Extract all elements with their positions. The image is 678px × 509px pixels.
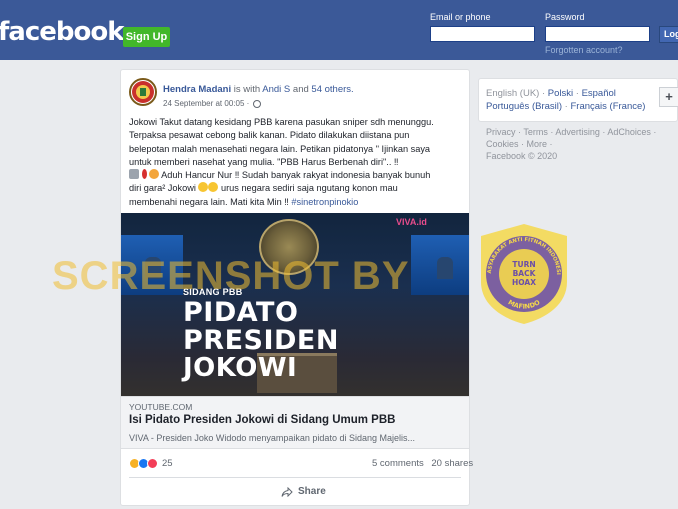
post-text: Jokowi Takut datang kesidang PBB karena …	[129, 116, 465, 209]
log-in-button[interactable]: Log	[659, 26, 678, 43]
post-line: diri gara² Jokowi urus negara sediri saj…	[129, 182, 465, 195]
video-thumbnail[interactable]: VIVA.id SIDANG PBB PIDATO PRESIDEN JOKOW…	[121, 213, 469, 396]
language-list: English (UK) · Polski · Español Portuguê…	[486, 88, 646, 112]
facepalm-emoji-icon	[149, 169, 160, 180]
more-languages-button[interactable]: +	[659, 87, 678, 107]
share-button[interactable]: Share	[281, 486, 326, 497]
post-time[interactable]: 24 September at 00:05 ·	[163, 99, 249, 108]
post-meta: 24 September at 00:05 ·	[163, 99, 262, 108]
reaction-count: 25	[162, 458, 173, 469]
link-title[interactable]: Isi Pidato Presiden Jokowi di Sidang Umu…	[129, 414, 395, 426]
post-line: Jokowi Takut datang kesidang PBB karena …	[129, 117, 434, 127]
footer-links: Privacy · Terms · Advertising · AdChoice…	[486, 126, 676, 162]
language-link[interactable]: Português (Brasil)	[486, 101, 562, 112]
reactions-summary[interactable]: 25	[129, 458, 173, 469]
footer-line[interactable]: Privacy · Terms · Advertising · AdChoice…	[486, 126, 676, 138]
fist-emoji-icon	[129, 169, 139, 180]
seal-center-text: HOAX	[512, 278, 536, 287]
language-link[interactable]: Polski	[548, 88, 573, 99]
share-arrow-icon	[281, 486, 293, 497]
link-description: VIVA - Presiden Joko Widodo menyampaikan…	[129, 433, 415, 443]
current-language: English (UK) ·	[486, 88, 546, 99]
post-line: Terpaksa pesawat cebong balik kanan. Pid…	[129, 130, 410, 141]
email-field[interactable]	[430, 26, 535, 42]
divider	[129, 477, 461, 478]
post-line: untuk memberi nasehat yang mulia. "PBB H…	[129, 156, 399, 167]
comments-count[interactable]: 5 comments	[372, 458, 424, 469]
speaker-figure	[437, 257, 453, 279]
top-bar: facebook Sign Up Email or phone Password…	[0, 0, 678, 60]
footer-line[interactable]: Cookies · More ·	[486, 138, 676, 150]
with-text: is with	[231, 84, 263, 95]
love-reaction-icon	[147, 458, 158, 469]
password-label: Password	[545, 12, 585, 22]
copyright: Facebook © 2020	[486, 151, 558, 161]
thumbnail-title-line: PRESIDEN	[183, 325, 339, 356]
language-link[interactable]: Español	[582, 88, 616, 99]
link-preview[interactable]: YOUTUBE.COM Isi Pidato Presiden Jokowi d…	[121, 396, 469, 449]
avatar[interactable]	[129, 78, 157, 106]
seal-center-text: TURN	[512, 260, 535, 269]
share-label: Share	[298, 486, 326, 497]
tagged-user[interactable]: Andi S	[262, 84, 290, 95]
globe-icon	[253, 99, 262, 108]
shares-count[interactable]: 20 shares	[431, 458, 473, 469]
avatar-emblem-icon	[132, 81, 154, 103]
and-text: and	[290, 84, 312, 95]
post-line: belepotan malah menasehati negara lain. …	[129, 143, 431, 154]
thermometer-emoji-icon	[141, 169, 147, 180]
language-box: English (UK) · Polski · Español Portuguê…	[478, 78, 678, 122]
mafindo-seal-icon: MASYARAKAT ANTI FITNAH INDONESIA TURN BA…	[477, 222, 567, 324]
post-line: Aduh Hancur Nur ‼ Sudah banyak rakyat in…	[129, 169, 465, 182]
link-domain: YOUTUBE.COM	[129, 402, 193, 412]
post-line-text: urus negara sediri saja ngutang konon ma…	[221, 183, 398, 194]
post-line: membenahi negara lain. Mati kita Min ‼ #…	[129, 196, 465, 209]
password-field[interactable]	[545, 26, 650, 42]
thumbnail-title-line: JOKOWI	[183, 353, 298, 383]
others-link[interactable]: 54 others.	[311, 84, 353, 95]
post-header: Hendra Madani is with Andi S and 54 othe…	[163, 84, 354, 95]
forgotten-account-link[interactable]: Forgotten account?	[545, 45, 623, 55]
seal-center-text: BACK	[513, 269, 537, 278]
viva-logo: VIVA.id	[396, 217, 427, 227]
hashtag-link[interactable]: #sinetronpinokio	[291, 197, 358, 207]
language-link[interactable]: Français (France)	[570, 101, 645, 112]
author-name[interactable]: Hendra Madani	[163, 84, 231, 95]
facebook-logo[interactable]: facebook	[0, 17, 125, 47]
laughing-emoji-icon	[198, 182, 209, 193]
post-line-text: Aduh Hancur Nur ‼ Sudah banyak rakyat in…	[161, 170, 431, 181]
thumbnail-title-line: PIDATO	[183, 297, 299, 328]
email-label: Email or phone	[430, 12, 491, 22]
laughing-emoji-icon	[208, 182, 219, 193]
engagement-counts: 5 comments 20 shares	[367, 458, 473, 469]
screenshot-watermark: SCREENSHOT BY	[52, 254, 410, 298]
post-line-text: diri gara² Jokowi	[129, 183, 196, 194]
post-line-text: membenahi negara lain. Mati kita Min ‼	[129, 196, 289, 207]
sign-up-button[interactable]: Sign Up	[123, 27, 170, 47]
